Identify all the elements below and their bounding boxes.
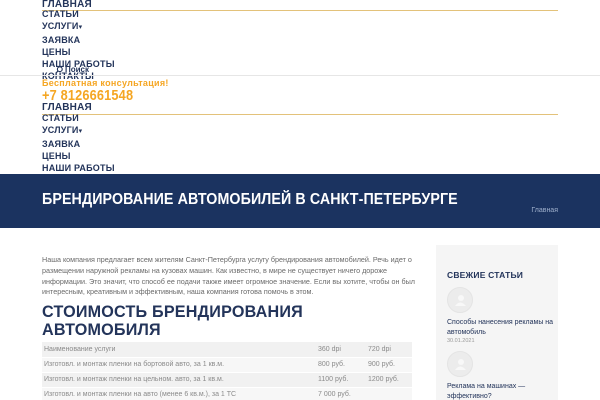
post-thumbnail[interactable] (447, 287, 473, 313)
header-divider (0, 75, 600, 76)
search-label: Поиск (65, 65, 90, 74)
table-header-cell: 720 dpi (366, 342, 412, 358)
table-cell: 900 руб. (366, 357, 412, 373)
price-table: Наименование услуги 360 dpi 720 dpi Изго… (42, 342, 412, 400)
page-title: БРЕНДИРОВАНИЕ АВТОМОБИЛЕЙ В САНКТ-ПЕТЕРБ… (42, 191, 458, 208)
sidebar-title: СВЕЖИЕ СТАТЬИ (447, 270, 524, 280)
table-row: Изготовл. и монтаж пленки на бортовой ав… (42, 357, 412, 373)
table-cell (366, 387, 412, 400)
table-cell: 1100 руб. (316, 372, 366, 388)
table-header-cell: Наименование услуги (42, 342, 316, 358)
sidebar-recent-posts: СВЕЖИЕ СТАТЬИ Способы нанесения рекламы … (436, 245, 558, 400)
nav-item-articles[interactable]: СТАТЬИ (42, 8, 115, 20)
table-row: Изготовл. и монтаж пленки на цельном. ав… (42, 372, 412, 388)
nav-item-portfolio[interactable]: НАШИ РАБОТЫ (42, 162, 115, 174)
table-header-row: Наименование услуги 360 dpi 720 dpi (42, 342, 412, 358)
table-cell: Изготовл. и монтаж пленки на цельном. ав… (42, 372, 316, 388)
post-thumbnail[interactable] (447, 351, 473, 377)
table-cell: 1200 руб. (366, 372, 412, 388)
nav-item-articles[interactable]: СТАТЬИ (42, 112, 115, 124)
nav-item-request[interactable]: ЗАЯВКА (42, 138, 115, 150)
table-cell: 7 000 руб. (316, 387, 366, 400)
intro-paragraph: Наша компания предлагает всем жителям Са… (42, 255, 415, 297)
image-placeholder-icon (455, 295, 466, 306)
nav-item-prices[interactable]: ЦЕНЫ (42, 150, 115, 162)
breadcrumb-home[interactable]: Главная (531, 207, 558, 214)
table-row: Изготовл. и монтаж пленки на авто (менее… (42, 387, 412, 400)
chevron-down-icon: ▾ (78, 128, 83, 135)
search-button[interactable]: Поиск (55, 65, 89, 74)
post-link[interactable]: Способы нанесения рекламы на автомобиль (447, 318, 555, 338)
nav-item-services[interactable]: УСЛУГИ▾ (42, 20, 115, 34)
price-heading: СТОИМОСТЬ БРЕНДИРОВАНИЯ АВТОМОБИЛЯ (42, 302, 303, 339)
nav-item-services-label: УСЛУГИ (42, 125, 79, 135)
nav-item-services[interactable]: УСЛУГИ▾ (42, 124, 115, 138)
table-cell: 800 руб. (316, 357, 366, 373)
image-placeholder-icon (455, 359, 466, 370)
post-link[interactable]: Реклама на машинах — эффективно? (447, 382, 555, 400)
page-banner: БРЕНДИРОВАНИЕ АВТОМОБИЛЕЙ В САНКТ-ПЕТЕРБ… (0, 174, 600, 228)
search-icon (55, 65, 63, 74)
nav-item-services-label: УСЛУГИ (42, 21, 79, 31)
nav-divider (42, 10, 558, 11)
table-header-cell: 360 dpi (316, 342, 366, 358)
nav-item-request[interactable]: ЗАЯВКА (42, 34, 115, 46)
nav-divider (42, 114, 558, 115)
post-date: 30.01.2021 (447, 338, 475, 344)
chevron-down-icon: ▾ (78, 24, 83, 31)
nav-item-prices[interactable]: ЦЕНЫ (42, 46, 115, 58)
table-cell: Изготовл. и монтаж пленки на авто (менее… (42, 387, 316, 400)
table-cell: Изготовл. и монтаж пленки на бортовой ав… (42, 357, 316, 373)
